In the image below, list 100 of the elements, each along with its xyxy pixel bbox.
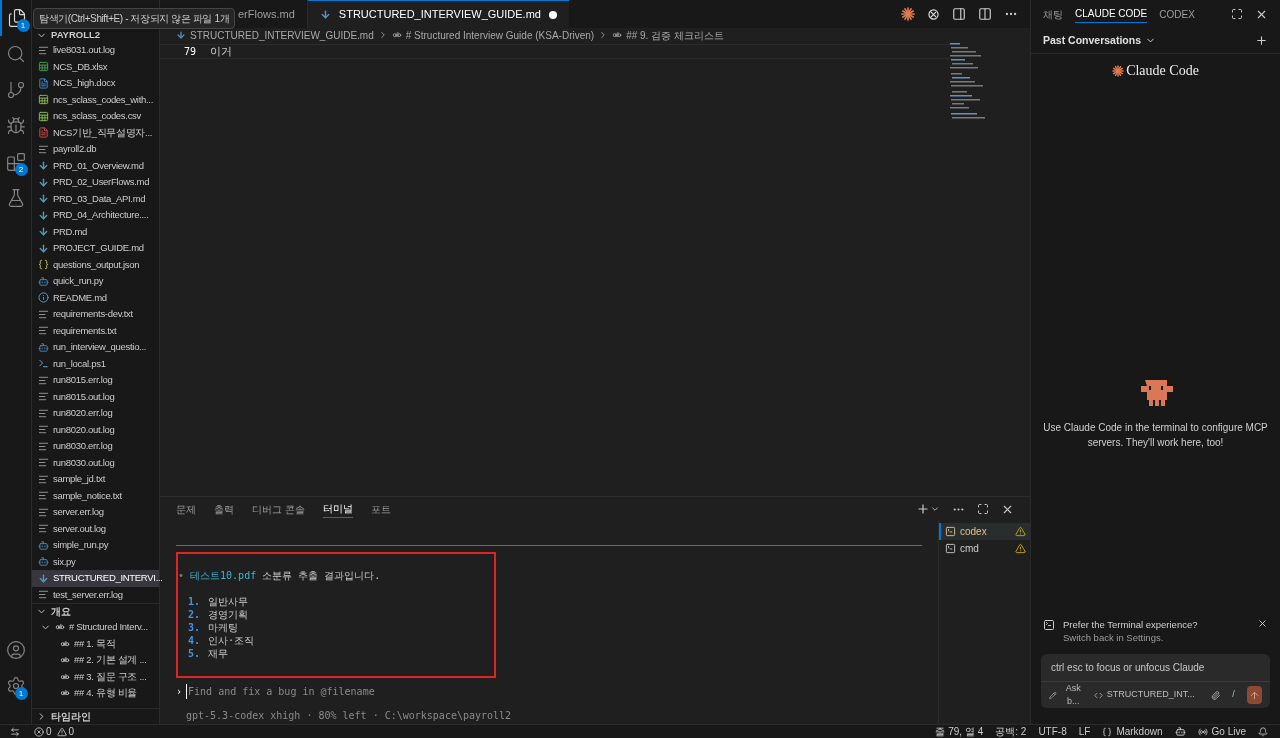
file-item[interactable]: PROJECT_GUIDE.md	[32, 240, 159, 257]
remote-icon[interactable]	[10, 726, 20, 737]
file-item[interactable]: NCS_high.docx	[32, 75, 159, 92]
file-item[interactable]: PRD_04_Architecture....	[32, 207, 159, 224]
outline-item[interactable]: ## 3. 질문 구조 ...	[32, 668, 159, 685]
markdown-icon	[38, 209, 49, 221]
outline-item[interactable]: ## 4. 유형 비율	[32, 685, 159, 702]
activity-button[interactable]: 1	[0, 668, 32, 704]
file-item[interactable]: run8030.err.log	[32, 438, 159, 455]
bell-icon[interactable]	[1258, 726, 1268, 737]
chat-tab[interactable]: 채팅	[1043, 5, 1063, 23]
file-item[interactable]: PRD_03_Data_API.md	[32, 190, 159, 207]
file-item[interactable]: run8020.err.log	[32, 405, 159, 422]
chat-tab[interactable]: CLAUDE CODE	[1075, 5, 1148, 23]
file-item[interactable]: PRD_02_UserFlows.md	[32, 174, 159, 191]
chat-input-box[interactable]: ctrl esc to focus or unfocus Claude Ask b... STRUCTURED_INT... /	[1041, 654, 1270, 708]
file-item[interactable]: quick_run.py	[32, 273, 159, 290]
panel-tab[interactable]: 포트	[370, 500, 391, 518]
problems-indicator[interactable]: 0 0	[34, 724, 75, 738]
terminal-icon	[945, 526, 956, 537]
breadcrumb[interactable]: # Structured Interview Guide (KSA-Driven)	[405, 27, 595, 43]
outline-header[interactable]: 개요	[32, 603, 159, 619]
slash-command-button[interactable]: /	[1228, 688, 1239, 702]
settings-link[interactable]: Switch back in Settings.	[1063, 632, 1164, 643]
file-item[interactable]: NCS기반_직무설명자...	[32, 124, 159, 141]
mode-button[interactable]: Ask b...	[1049, 681, 1086, 709]
chat-tab[interactable]: CODEX	[1159, 5, 1195, 23]
terminal-input[interactable]: Find and fix a bug in @filename	[186, 683, 487, 699]
folder-header[interactable]: PAYROLL2	[32, 28, 159, 42]
file-item[interactable]: run8030.out.log	[32, 454, 159, 471]
file-item[interactable]: live8031.out.log	[32, 42, 159, 59]
section-title: 타임라인	[51, 710, 91, 724]
file-item[interactable]: requirements.txt	[32, 322, 159, 339]
chevron-icon[interactable]	[930, 504, 940, 514]
terminal-session[interactable]: cmd	[939, 540, 1030, 557]
tab-label: erFlows.md	[238, 6, 295, 22]
file-item[interactable]: sample_notice.txt	[32, 487, 159, 504]
file-item[interactable]: questions_output.json	[32, 256, 159, 273]
panel-tab[interactable]: 문제	[176, 500, 196, 518]
file-name: sample_jd.txt	[53, 472, 106, 487]
history-dropdown[interactable]: Past Conversations	[1043, 32, 1157, 49]
spreadsheet-icon	[38, 61, 49, 73]
robot-icon[interactable]	[1174, 726, 1186, 737]
file-item[interactable]: six.py	[32, 553, 159, 570]
file-item[interactable]: test_server.err.log	[32, 586, 159, 603]
file-item[interactable]: server.err.log	[32, 504, 159, 521]
file-item[interactable]: simple_run.py	[32, 537, 159, 554]
file-item[interactable]: NCS_DB.xlsx	[32, 58, 159, 75]
close-icon[interactable]	[1257, 618, 1268, 629]
context-button[interactable]: STRUCTURED_INT...	[1093, 688, 1195, 702]
text-file-icon	[38, 523, 49, 535]
language-mode[interactable]: Markdown	[1102, 724, 1163, 738]
file-item[interactable]: run8015.err.log	[32, 372, 159, 389]
panel-tab[interactable]: 디버그 콘솔	[252, 500, 305, 518]
file-item[interactable]: run_interview_questio...	[32, 339, 159, 356]
file-name: server.out.log	[53, 521, 106, 536]
file-item[interactable]: payroll2.db	[32, 141, 159, 158]
file-item[interactable]: README.md	[32, 289, 159, 306]
panel-tab[interactable]: 출력	[214, 500, 234, 518]
status-item[interactable]: LF	[1078, 724, 1091, 738]
status-item[interactable]: 공백: 2	[995, 724, 1027, 738]
new-chat-icon[interactable]	[1255, 34, 1268, 47]
file-name: six.py	[53, 554, 76, 569]
file-item[interactable]: run8015.out.log	[32, 388, 159, 405]
file-item[interactable]: ncs_sclass_codes.csv	[32, 108, 159, 125]
panel-tab[interactable]: 터미널	[322, 500, 353, 518]
terminal-session[interactable]: codex	[939, 523, 1030, 540]
maximize-icon[interactable]	[1231, 8, 1243, 20]
file-item[interactable]: run8020.out.log	[32, 421, 159, 438]
file-item[interactable]: run_local.ps1	[32, 355, 159, 372]
file-item[interactable]: server.out.log	[32, 520, 159, 537]
file-name: run8030.out.log	[53, 455, 115, 470]
file-item[interactable]: requirements-dev.txt	[32, 306, 159, 323]
split-editor-icon[interactable]	[978, 7, 992, 21]
markdown-icon	[38, 193, 49, 205]
attach-icon[interactable]	[1210, 689, 1221, 701]
list-text: 경영기획	[208, 608, 249, 620]
outline-item[interactable]: ## 1. 목적	[32, 635, 159, 652]
text-file-icon	[38, 440, 49, 452]
go-live-button[interactable]: Go Live	[1197, 724, 1246, 738]
file-item[interactable]: PRD_01_Overview.md	[32, 157, 159, 174]
file-item[interactable]: sample_jd.txt	[32, 471, 159, 488]
new-terminal-icon[interactable]	[916, 502, 930, 516]
activity-button[interactable]: 2	[0, 144, 32, 180]
chat-input[interactable]: ctrl esc to focus or unfocus Claude	[1041, 654, 1270, 682]
pdf-icon	[38, 127, 49, 139]
status-item[interactable]: 줄 79, 열 4	[935, 724, 984, 738]
editor-tab[interactable]: STRUCTURED_INTERVIEW_GUIDE.md	[307, 0, 569, 28]
outline-item[interactable]: ## 2. 기본 설계 ...	[32, 652, 159, 669]
file-item[interactable]: ncs_sclass_codes_with...	[32, 91, 159, 108]
maximize-icon[interactable]	[977, 503, 989, 515]
grid-icon	[38, 110, 49, 122]
breadcrumb[interactable]: STRUCTURED_INTERVIEW_GUIDE.md	[190, 27, 374, 43]
send-button[interactable]	[1246, 686, 1262, 704]
breadcrumb[interactable]: ## 9. 검증 체크리스트	[626, 27, 724, 43]
file-item[interactable]: PRD.md	[32, 223, 159, 240]
text-file-icon	[38, 143, 49, 155]
outline-item[interactable]: # Structured Interv...	[32, 619, 159, 636]
panel-icon[interactable]	[952, 7, 966, 21]
status-item[interactable]: UTF-8	[1038, 724, 1067, 738]
